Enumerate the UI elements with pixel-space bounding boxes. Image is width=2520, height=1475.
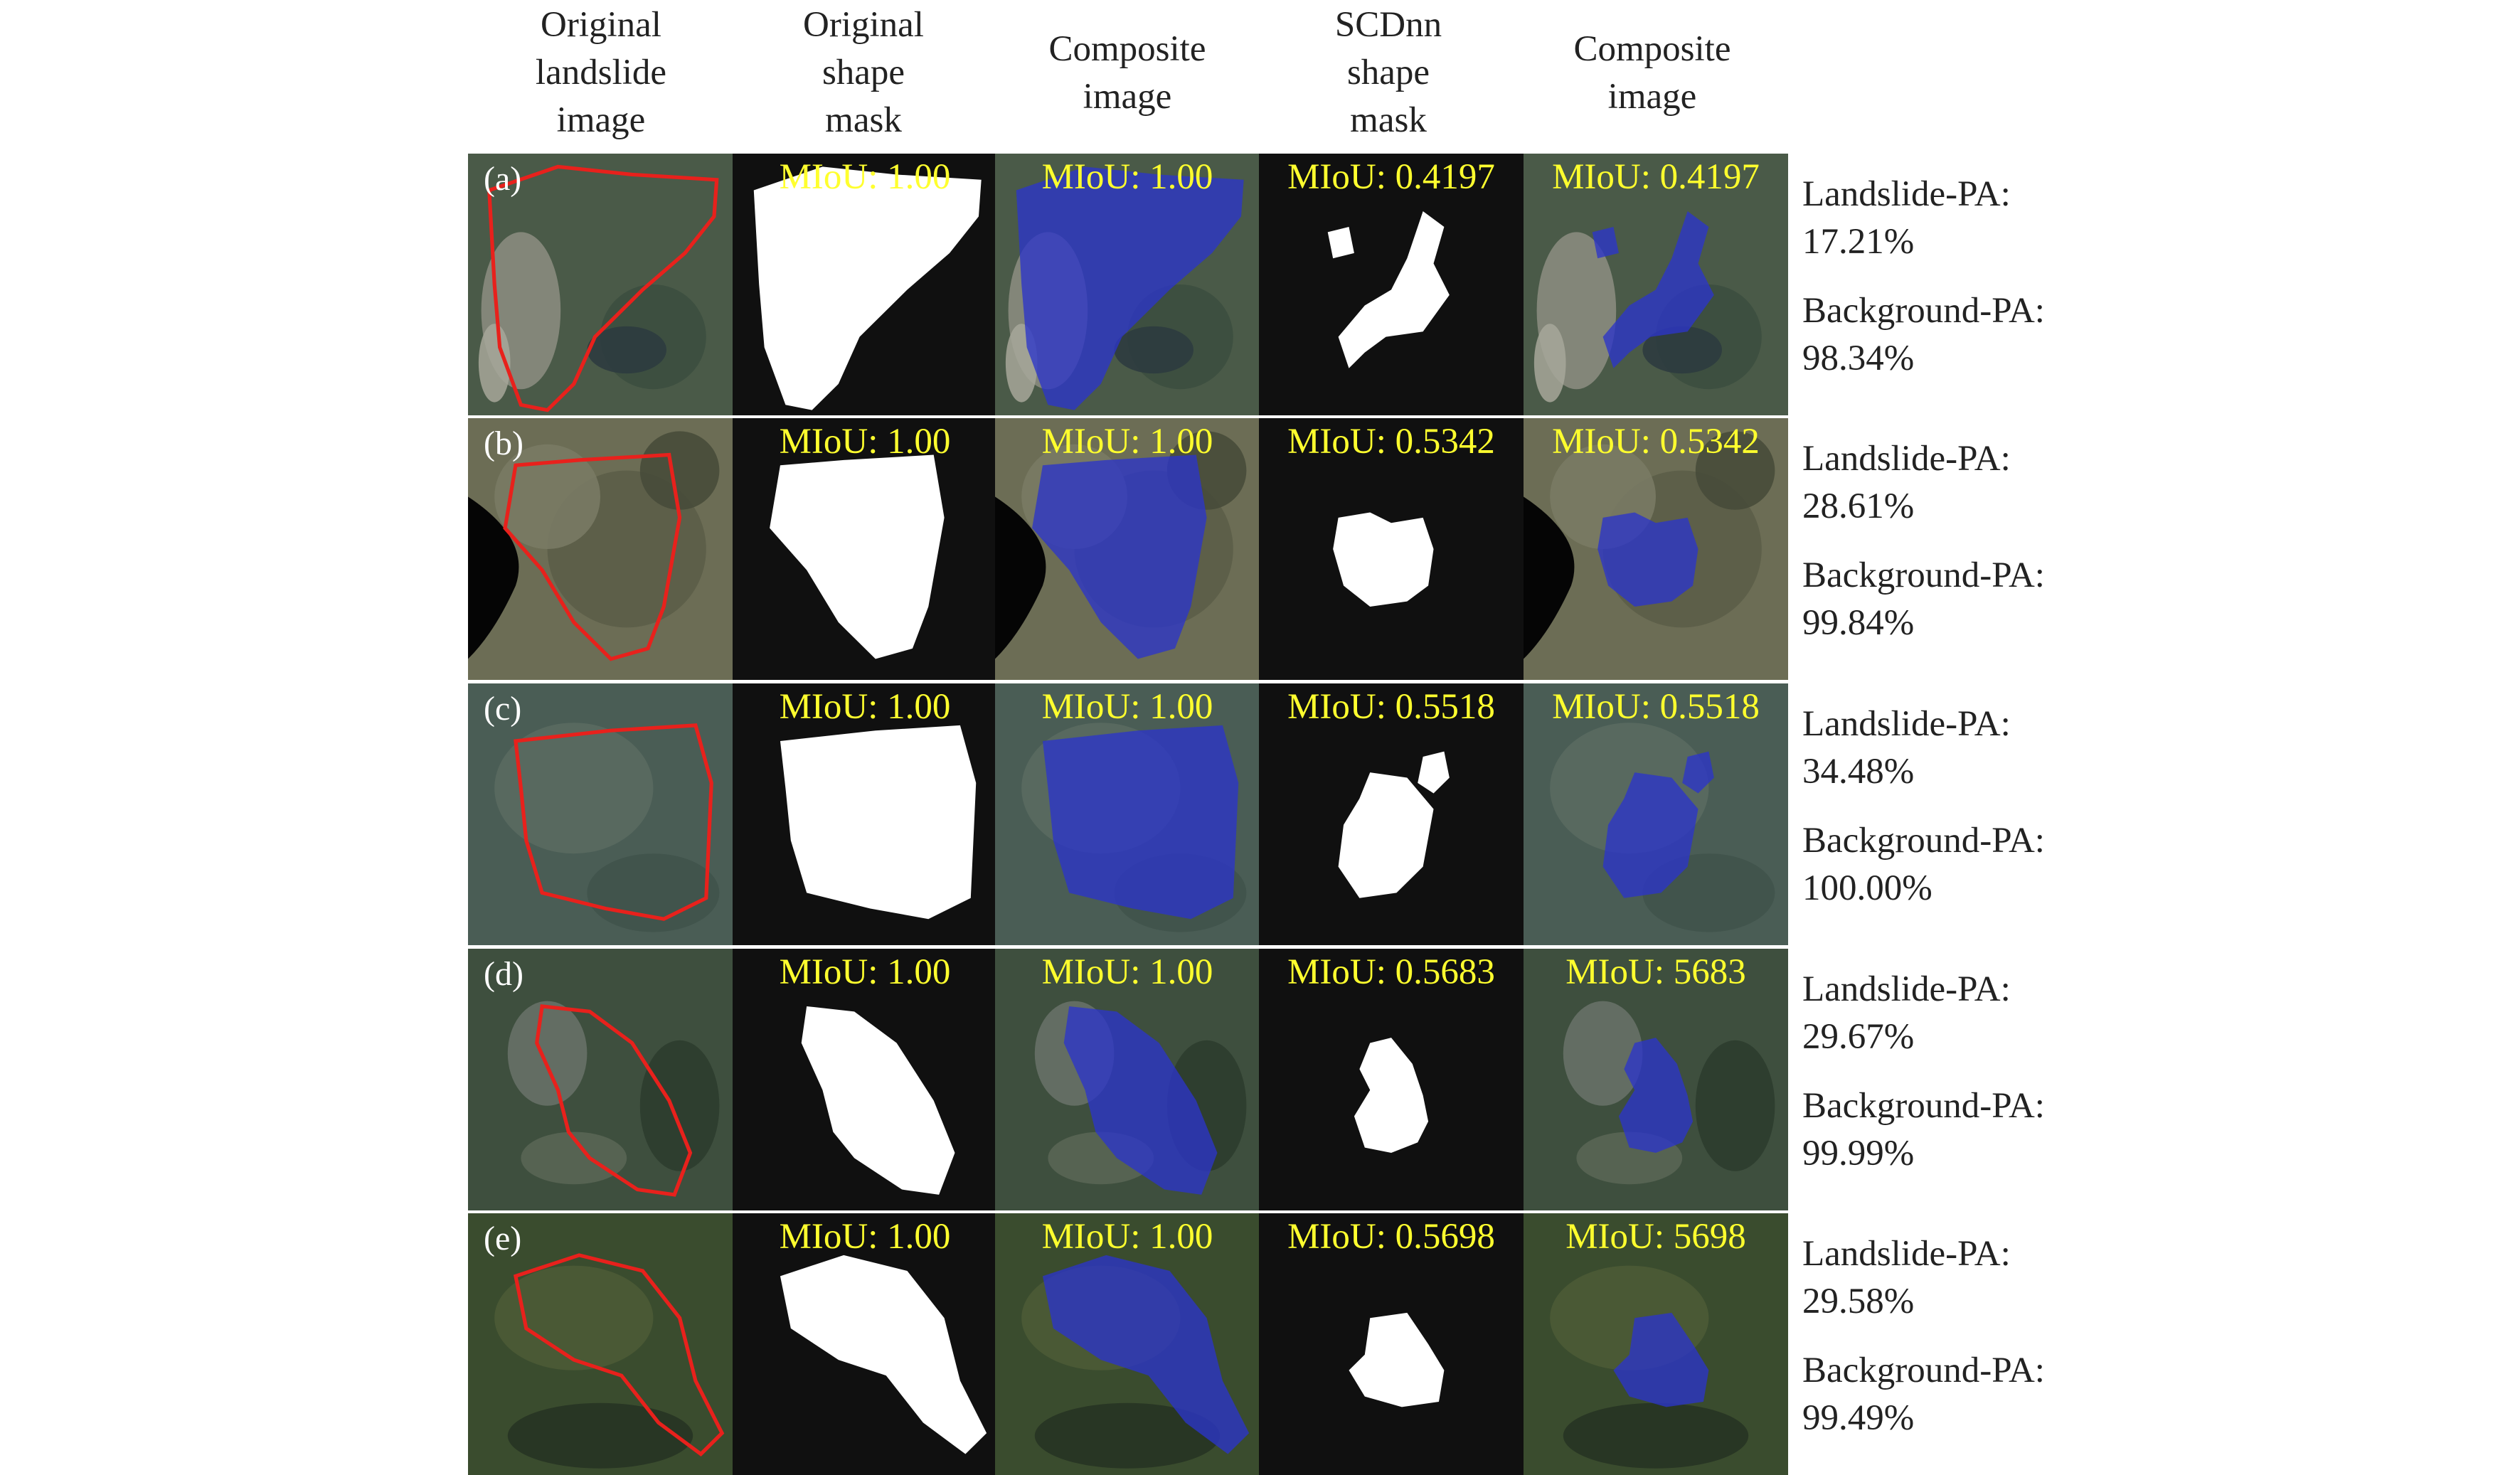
original-image-tile: (d): [468, 949, 733, 1210]
header-line: image: [556, 100, 646, 140]
original-image-tile: (e): [468, 1213, 733, 1475]
background-pa-value: 99.84%: [1802, 603, 1915, 643]
miou-label: MIoU: 1.00: [779, 1217, 951, 1257]
miou-label: MIoU: 1.00: [1041, 687, 1213, 727]
background-pa-label: Background-PA:: [1802, 821, 2045, 861]
scdnn-mask-tile: MIoU: 0.5698: [1259, 1213, 1524, 1475]
miou-label: MIoU: 0.4197: [1552, 157, 1760, 197]
original-composite-tile: MIoU: 1.00: [995, 949, 1260, 1210]
landslide-pa-label: Landslide-PA:: [1802, 969, 2011, 1009]
header-line: shape: [822, 53, 905, 92]
pixel-accuracy-block: Landslide-PA: 17.21% Background-PA: 98.34%: [1802, 171, 2101, 383]
original-composite-tile: MIoU: 1.00: [995, 1213, 1260, 1475]
original-mask-tile: MIoU: 1.00: [733, 1213, 997, 1475]
miou-label: MIoU: 0.5518: [1287, 687, 1495, 727]
landslide-pa-label: Landslide-PA:: [1802, 1234, 2011, 1274]
background-pa-label: Background-PA:: [1802, 1351, 2045, 1390]
background-pa-label: Background-PA:: [1802, 291, 2045, 331]
original-image-tile: (c): [468, 683, 733, 945]
header-original-image: Original landslide image: [473, 0, 729, 146]
miou-label: MIoU: 0.4197: [1287, 157, 1495, 197]
miou-label: MIoU: 0.5698: [1287, 1217, 1495, 1257]
miou-label: MIoU: 5683: [1565, 952, 1746, 992]
miou-label: MIoU: 1.00: [779, 952, 951, 992]
scdnn-composite-tile: MIoU: 5683: [1524, 949, 1788, 1210]
landslide-pa-value: 34.48%: [1802, 752, 1915, 792]
header-line: shape: [1346, 53, 1430, 92]
header-line: landslide: [535, 53, 667, 92]
miou-label: MIoU: 0.5518: [1552, 687, 1760, 727]
miou-label: MIoU: 1.00: [779, 687, 951, 727]
header-original-composite: Composite image: [999, 0, 1255, 146]
landslide-pa-value: 28.61%: [1802, 486, 1915, 526]
header-original-mask: Original shape mask: [735, 0, 991, 146]
pixel-accuracy-block: Landslide-PA: 28.61% Background-PA: 99.84%: [1802, 435, 2101, 647]
header-line: Original: [803, 5, 924, 45]
scdnn-mask-tile: MIoU: 0.5683: [1259, 949, 1524, 1210]
background-pa-label: Background-PA:: [1802, 555, 2045, 595]
original-composite-tile: MIoU: 1.00: [995, 683, 1260, 945]
miou-label: MIoU: 1.00: [1041, 952, 1213, 992]
miou-label: MIoU: 1.00: [779, 157, 951, 197]
scdnn-mask-tile: MIoU: 0.5342: [1259, 418, 1524, 680]
original-mask-tile: MIoU: 1.00: [733, 949, 997, 1210]
header-line: image: [1083, 76, 1172, 117]
miou-label: MIoU: 5698: [1565, 1217, 1746, 1257]
miou-label: MIoU: 1.00: [1041, 1217, 1213, 1257]
original-image-tile: (b): [468, 418, 733, 680]
row-label: (e): [484, 1220, 522, 1257]
miou-label: MIoU: 1.00: [1041, 157, 1213, 197]
header-line: mask: [1350, 100, 1427, 140]
original-mask-tile: MIoU: 1.00: [733, 154, 997, 415]
landslide-pa-label: Landslide-PA:: [1802, 174, 2011, 214]
landslide-pa-value: 17.21%: [1802, 222, 1915, 262]
original-image-tile: (a): [468, 154, 733, 415]
scdnn-composite-tile: MIoU: 0.5342: [1524, 418, 1788, 680]
row-label: (c): [484, 690, 522, 728]
header-line: image: [1607, 76, 1697, 117]
landslide-pa-label: Landslide-PA:: [1802, 439, 2011, 479]
header-scdnn-mask: SCDnn shape mask: [1260, 0, 1516, 146]
header-line: Composite: [1573, 28, 1731, 69]
miou-label: MIoU: 0.5683: [1287, 952, 1495, 992]
original-composite-tile: MIoU: 1.00: [995, 154, 1260, 415]
scdnn-mask-tile: MIoU: 0.4197: [1259, 154, 1524, 415]
original-composite-tile: MIoU: 1.00: [995, 418, 1260, 680]
pixel-accuracy-block: Landslide-PA: 34.48% Background-PA: 100.00%: [1802, 701, 2101, 912]
scdnn-composite-tile: MIoU: 0.4197: [1524, 154, 1788, 415]
row-label: (a): [484, 160, 522, 198]
header-line: Original: [541, 5, 661, 45]
row-label: (d): [484, 955, 523, 993]
background-pa-label: Background-PA:: [1802, 1086, 2045, 1126]
pixel-accuracy-block: Landslide-PA: 29.67% Background-PA: 99.99%: [1802, 966, 2101, 1178]
background-pa-value: 100.00%: [1802, 868, 1932, 908]
landslide-pa-value: 29.58%: [1802, 1282, 1915, 1321]
miou-label: MIoU: 1.00: [1041, 422, 1213, 462]
pixel-accuracy-block: Landslide-PA: 29.58% Background-PA: 99.49%: [1802, 1230, 2101, 1442]
background-pa-value: 99.49%: [1802, 1398, 1915, 1438]
landslide-pa-value: 29.67%: [1802, 1017, 1915, 1057]
header-line: mask: [825, 100, 902, 140]
row-label: (b): [484, 425, 523, 462]
background-pa-value: 99.99%: [1802, 1134, 1915, 1173]
original-mask-tile: MIoU: 1.00: [733, 418, 997, 680]
header-line: SCDnn: [1334, 5, 1442, 45]
miou-label: MIoU: 0.5342: [1552, 422, 1760, 462]
landslide-pa-label: Landslide-PA:: [1802, 704, 2011, 744]
header-scdnn-composite: Composite image: [1524, 0, 1780, 146]
original-mask-tile: MIoU: 1.00: [733, 683, 997, 945]
miou-label: MIoU: 0.5342: [1287, 422, 1495, 462]
header-line: Composite: [1048, 28, 1206, 69]
scdnn-composite-tile: MIoU: 0.5518: [1524, 683, 1788, 945]
miou-label: MIoU: 1.00: [779, 422, 951, 462]
background-pa-value: 98.34%: [1802, 339, 1915, 378]
scdnn-composite-tile: MIoU: 5698: [1524, 1213, 1788, 1475]
scdnn-mask-tile: MIoU: 0.5518: [1259, 683, 1524, 945]
